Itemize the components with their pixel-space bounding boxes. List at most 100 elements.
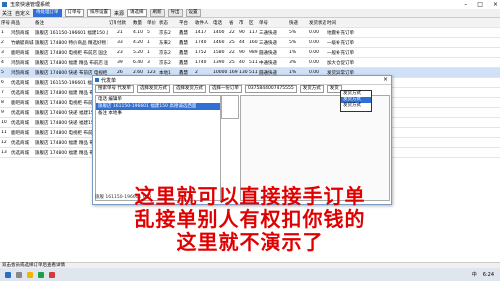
language-indicator[interactable]: 中 xyxy=(472,271,477,278)
toolbar-label-1: 自定义 xyxy=(15,10,31,17)
toolbar-button-8[interactable]: 导出 xyxy=(167,9,183,17)
minimize-icon[interactable]: – xyxy=(464,1,467,8)
table-cell: 1400 xyxy=(213,30,225,35)
table-cell: 3 xyxy=(1,50,4,55)
list-item[interactable]: 备注 本地事 xyxy=(96,110,220,117)
column-header: 付款 xyxy=(117,20,126,26)
toolbar-button-9[interactable]: 设置 xyxy=(185,9,201,17)
table-cell: 优选商城 xyxy=(11,140,29,146)
table-cell: 鸿鹄商城 xyxy=(11,60,29,66)
table-cell: 989175177 xyxy=(249,50,258,55)
caption-line-2: 乱接单别人有权扣你钱的 xyxy=(134,207,366,231)
table-row[interactable]: 2 竹蜻蜓商城旗舰店 174800 特价商品 精选好物 西城街 布前店 33 4.20… xyxy=(0,38,500,48)
table-cell: 4.10 xyxy=(133,30,144,35)
table-cell: 1752 xyxy=(195,50,207,55)
table-cell: 鑫慧 xyxy=(179,50,188,56)
table-cell: 5% xyxy=(289,30,297,35)
table-cell: 22 xyxy=(229,30,235,35)
dialog-tool-0[interactable]: 搜索单号 代发单 xyxy=(95,85,134,93)
table-row[interactable]: 1 鸿鹄商城旗舰店 161150-196601 福建150 高德诚选西面 21 4.1… xyxy=(0,28,500,38)
table-row[interactable]: 4 鸿鹄商城旗舰店 174800 福建 精品 布前店 国企 精选 布前 39 6.40… xyxy=(0,58,500,68)
table-cell: 25 xyxy=(229,60,235,65)
dropdown-option[interactable]: 发货方式 xyxy=(341,103,371,109)
dialog-tool-2[interactable]: 选择发货方式 xyxy=(172,85,206,93)
toolbar-select-2[interactable]: 待处理订单 xyxy=(33,9,62,17)
table-cell: 旗舰店 161150-196601 福建150 高德诚选西面 xyxy=(35,30,108,36)
shipping-method-dropdown[interactable]: 发货方式 发货方式 发货方式 xyxy=(340,90,372,112)
table-cell: 7 xyxy=(1,90,4,95)
table-cell: 1% xyxy=(289,50,297,55)
table-cell: 33 xyxy=(117,40,123,45)
table-cell: 圆通快递 xyxy=(259,50,277,56)
table-cell: 鹿吧商城 xyxy=(11,130,29,136)
dialog-small-panel[interactable] xyxy=(221,95,239,119)
toolbar-button-7[interactable]: 刷新 xyxy=(149,9,165,17)
search-icon[interactable] xyxy=(16,271,22,278)
list-item[interactable]: 电话 编辑单 xyxy=(96,96,220,103)
app-taskbar-icon[interactable] xyxy=(49,271,55,278)
table-cell: 1390 xyxy=(213,60,225,65)
table-cell: 0.00 xyxy=(309,30,320,35)
window-title: 玉泉快递管理系统 xyxy=(10,2,51,8)
dialog-tool-5[interactable]: 发货方式 xyxy=(299,85,324,93)
table-cell: 1 xyxy=(147,50,150,55)
toolbar-label-0: 关注 xyxy=(2,10,13,17)
toolbar-select-3[interactable]: 订单号 xyxy=(64,9,85,17)
column-header: 发货状态 xyxy=(309,20,326,26)
table-cell: 13 xyxy=(1,150,7,155)
table-cell: 鑫慧 xyxy=(179,60,188,66)
table-cell: 39 xyxy=(117,60,123,65)
toolbar-select-6[interactable]: 请选择 xyxy=(127,9,147,17)
table-cell: 三通快递 xyxy=(259,30,277,36)
table-header-row: 序号商品 备注 订单号付款 数量单价状态 平台 收件人电话 省市区单号 快递 发货状态时间 xyxy=(0,18,500,28)
column-header: 收件人 xyxy=(195,20,209,26)
dialog-tool-3[interactable]: 选择一份订单 xyxy=(208,85,242,93)
table-cell: 京东2 xyxy=(159,30,171,36)
table-cell: 鹿吧商城 xyxy=(11,100,29,106)
folder-icon[interactable] xyxy=(27,271,33,278)
clock[interactable]: 6:24 xyxy=(483,272,494,278)
table-cell: 京东2 xyxy=(159,50,171,56)
column-header: 数量 xyxy=(133,20,142,26)
table-cell: 一级补充订单 xyxy=(327,40,354,46)
table-cell: 22 xyxy=(229,50,235,55)
close-icon[interactable]: × xyxy=(493,1,498,8)
table-cell: 511282790 xyxy=(249,60,258,65)
table-row[interactable]: 3鹿吧商城旗舰店 174800 电视柜 布前店 国企 福建 50店235.201… xyxy=(0,48,500,58)
column-header: 平台 xyxy=(179,20,188,26)
table-cell: 4 xyxy=(1,60,4,65)
table-cell: 6 xyxy=(1,80,4,85)
browser-icon[interactable] xyxy=(38,271,44,278)
table-cell: 90 xyxy=(239,50,245,55)
table-cell: 11 xyxy=(1,130,7,135)
table-cell: 160220501 xyxy=(249,40,258,45)
app-icon xyxy=(2,2,7,7)
dialog-icon xyxy=(95,78,99,82)
table-cell: 鑫慧 xyxy=(179,40,188,46)
list-item[interactable]: 旗舰店 161150-196601 福建150 高德诚选西面 xyxy=(96,103,220,110)
column-header: 序号 xyxy=(1,20,10,26)
column-header: 状态 xyxy=(159,20,168,26)
column-header: 订单号 xyxy=(109,20,116,26)
system-tray: 中 6:24 xyxy=(472,271,494,279)
toolbar-select-4[interactable]: 排序设置 xyxy=(87,9,112,17)
table-cell: 优选商城 xyxy=(11,80,29,86)
table-cell: 1417 xyxy=(195,30,207,35)
table-cell: 23 xyxy=(117,50,123,55)
table-cell: 44 xyxy=(239,40,245,45)
table-cell: 5 xyxy=(147,30,150,35)
dialog-tool-4[interactable]: 0375844007475555 xyxy=(244,85,297,93)
dialog-titlebar: 代发单 × xyxy=(93,76,391,85)
table-cell: 1 xyxy=(1,30,4,35)
start-icon[interactable] xyxy=(5,271,11,278)
table-cell: 鸿鹄商城 xyxy=(11,30,29,36)
caption-line-1: 这里就可以直接接手订单 xyxy=(134,184,366,208)
main-toolbar: 关注 自定义 待处理订单 订单号 排序设置 来源 请选择 刷新 导出 设置 xyxy=(0,9,500,18)
table-cell: 优选商城 xyxy=(11,90,29,96)
dialog-close-icon[interactable]: × xyxy=(383,76,388,83)
table-cell: 5.20 xyxy=(133,50,144,55)
dialog-tool-1[interactable]: 选择发货方式 xyxy=(136,85,170,93)
maximize-icon[interactable]: □ xyxy=(477,1,483,8)
table-cell: 21 xyxy=(117,30,123,35)
table-cell: 京东2 xyxy=(159,60,171,66)
